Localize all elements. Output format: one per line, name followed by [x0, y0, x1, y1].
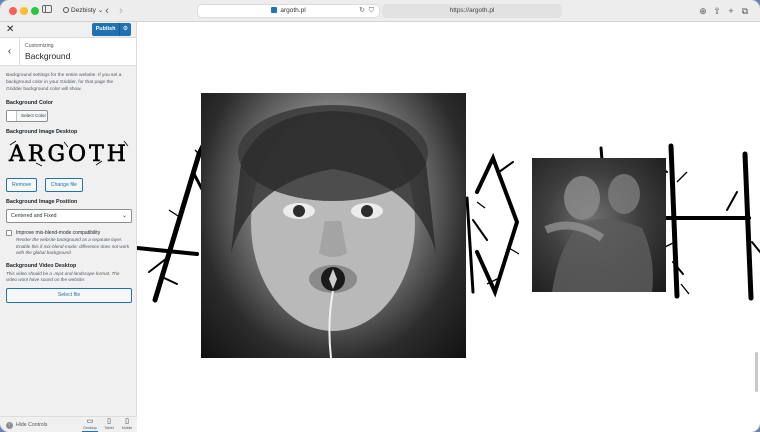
select-color-button[interactable]: Select Color [6, 110, 48, 123]
background-position-value: Centered and Fixed [11, 213, 57, 220]
device-label: Mobile [121, 426, 133, 430]
device-tablet-button[interactable]: ▯ Tablet [101, 418, 117, 431]
section-header: ‹ Customizing Background [0, 38, 136, 66]
background-image-thumbnail: ARGOTH [8, 141, 129, 168]
browser-titlebar: Dezbisty ⌄ ‹ › argoth.pl ↻ ⛉ https://arg… [0, 0, 760, 22]
tab-title: argoth.pl [280, 7, 306, 14]
background-video-desktop-label: Background Video Desktop [6, 263, 77, 269]
site-preview [137, 22, 760, 432]
background-position-select[interactable]: Centered and Fixed ⌄ [6, 209, 132, 224]
close-window-button[interactable] [9, 7, 17, 15]
background-color-label: Background Color [6, 100, 54, 107]
preview-scrollbar[interactable] [755, 352, 758, 392]
hide-controls-icon: ‹ [6, 422, 13, 429]
portrait-illustration [231, 105, 436, 358]
back-arrow-icon[interactable]: ‹ [102, 4, 112, 18]
address-bar-url: https://argoth.pl [449, 7, 495, 14]
hide-controls-label: Hide Controls [16, 422, 48, 428]
device-label: Desktop [83, 426, 97, 430]
customizer-header-actions: ✕ Publish ⚙ [0, 22, 136, 38]
publish-button[interactable]: Publish [92, 23, 119, 36]
mix-blend-description: Render the website background as a separ… [16, 237, 130, 255]
customizer-footer: ‹ Hide Controls ▭ Desktop ▯ Tablet ▯ Mobi… [0, 416, 137, 432]
sidebar-toggle-icon[interactable] [41, 4, 53, 18]
section-body: Background settings for the entire websi… [0, 66, 136, 303]
duo-photo [532, 158, 666, 292]
address-bar[interactable]: https://argoth.pl [382, 4, 562, 18]
favicon-icon [271, 7, 278, 13]
thumbnail-logo-text: ARGOTH [8, 142, 129, 167]
breadcrumb: Customizing [25, 43, 54, 49]
forward-arrow-icon[interactable]: › [116, 4, 126, 18]
duo-illustration [544, 174, 653, 292]
background-image-desktop-label: Background Image Desktop [6, 129, 78, 136]
download-icon[interactable]: ⊕ [696, 4, 710, 18]
tablet-icon: ▯ [107, 418, 111, 425]
tab-overview-icon[interactable]: ⧉ [738, 4, 752, 18]
share-icon[interactable]: ⇧ [710, 4, 724, 18]
gear-icon[interactable]: ⚙ [119, 23, 131, 36]
change-file-button[interactable]: Change file [44, 178, 84, 193]
mix-blend-checkbox[interactable] [6, 230, 12, 237]
hide-controls-button[interactable]: ‹ Hide Controls [6, 421, 47, 429]
profile-icon [63, 7, 69, 13]
close-icon[interactable]: ✕ [6, 24, 14, 36]
background-video-description: This video should be a .mp4 and landscap… [6, 271, 120, 283]
fullscreen-window-button[interactable] [31, 7, 39, 15]
section-title: Background [25, 51, 71, 61]
chevron-down-icon: ⌄ [121, 213, 127, 220]
section-description: Background settings for the entire websi… [6, 73, 122, 92]
reload-icon[interactable]: ↻ [359, 5, 365, 17]
toolbar-right: ⊕ ⇧ + ⧉ [696, 4, 752, 18]
browser-window: Dezbisty ⌄ ‹ › argoth.pl ↻ ⛉ https://arg… [0, 0, 760, 432]
profile-switcher[interactable]: Dezbisty ⌄ [59, 5, 107, 17]
device-label: Tablet [104, 426, 114, 430]
select-color-label: Select Color [21, 113, 47, 119]
mix-blend-option: Improve mix-blend-mode compatibility Ren… [6, 230, 130, 256]
select-video-file-button[interactable]: Select file [6, 287, 132, 303]
remove-button[interactable]: Remove [6, 178, 38, 193]
profile-label: Dezbisty [71, 7, 96, 14]
device-desktop-button[interactable]: ▭ Desktop [82, 418, 98, 432]
back-chevron-icon[interactable]: ‹ [0, 38, 20, 66]
mix-blend-label[interactable]: Improve mix-blend-mode compatibility [16, 230, 130, 236]
desktop-icon: ▭ [86, 418, 94, 425]
mobile-icon: ▯ [125, 418, 129, 425]
device-mobile-button[interactable]: ▯ Mobile [119, 418, 135, 431]
portrait-photo [201, 93, 466, 358]
customizer-panel: ✕ Publish ⚙ ‹ Customizing Background Bac… [0, 22, 137, 432]
image-actions: Remove Change file [6, 178, 130, 193]
shield-icon[interactable]: ⛉ [369, 5, 374, 17]
active-tab[interactable]: argoth.pl ↻ ⛉ [197, 4, 380, 18]
background-image-position-label: Background Image Position [6, 199, 78, 206]
color-swatch [7, 111, 17, 122]
new-tab-icon[interactable]: + [724, 4, 738, 18]
minimize-window-button[interactable] [20, 7, 28, 15]
